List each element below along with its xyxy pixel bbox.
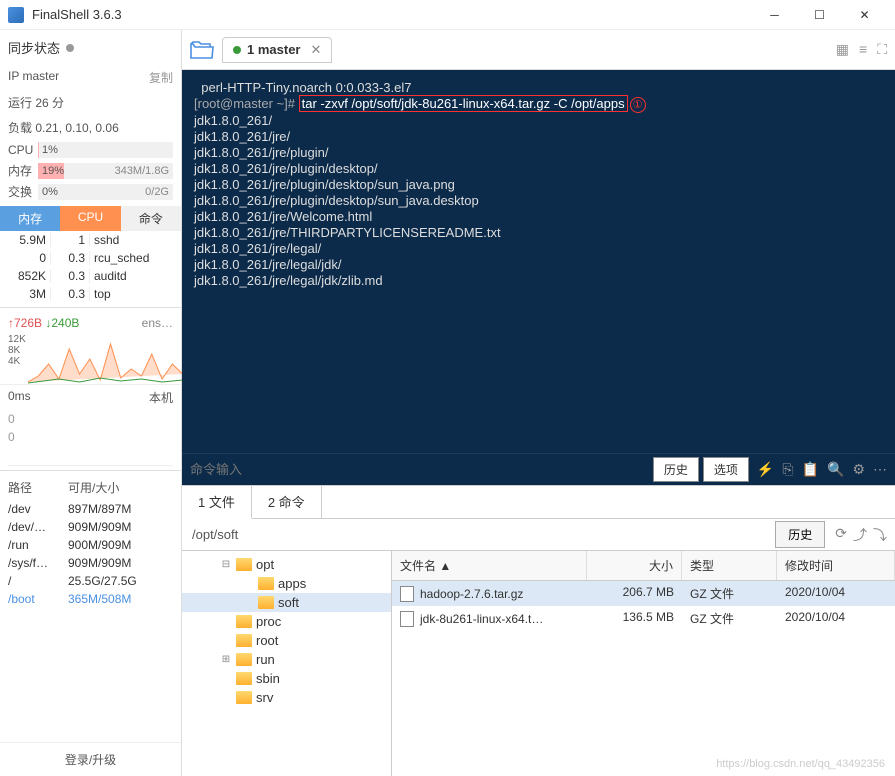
folder-open-icon[interactable] [190,41,214,59]
terminal[interactable]: perl-HTTP-Tiny.noarch 0:0.033-3.el7 [roo… [182,70,895,485]
tab-cpu[interactable]: CPU [60,206,120,231]
disk-path-header: 路径 [8,479,68,496]
disk-table: /dev897M/897M /dev/…909M/909M /run900M/9… [0,500,181,608]
folder-icon [236,615,252,628]
sidebar: 同步状态 IP master 复制 运行 26 分 负载 0.21, 0.10,… [0,30,182,776]
copy-icon[interactable]: ⎘ [782,461,793,478]
path-input[interactable]: /opt/soft [182,521,773,548]
folder-icon [236,653,252,666]
col-name-header[interactable]: 文件名 ▲ [392,551,587,580]
mem-label: 内存 [8,162,38,179]
tab-bar: 1 master ✕ ▦ ≡ ⛶ [182,30,895,70]
watermark: https://blog.csdn.net/qq_43492356 [716,758,885,770]
tree-item[interactable]: srv [182,688,391,707]
network-chart: 12K 8K 4K [8,334,173,384]
folder-icon [258,577,274,590]
folder-icon [236,634,252,647]
bolt-icon[interactable]: ⚡ [757,461,774,478]
col-type-header[interactable]: 类型 [682,551,777,580]
file-pane: 1 文件 2 命令 /opt/soft 历史 ⟳ ⤴ ⤵ ⊟opt apps s… [182,485,895,776]
file-list: 文件名 ▲ 大小 类型 修改时间 hadoop-2.7.6.tar.gz 206… [392,551,895,776]
runtime-label: 运行 26 分 [0,90,181,115]
marker-1-icon: ① [630,97,646,113]
latency-label: 0ms [8,389,31,406]
file-icon [400,611,414,627]
sync-label: 同步状态 [8,38,60,57]
col-size-header[interactable]: 大小 [587,551,682,580]
grid-icon[interactable]: ▦ [836,41,849,58]
latency-chart [8,446,173,466]
sync-dot-icon [66,44,74,52]
maximize-button[interactable]: ☐ [797,0,842,30]
path-history-button[interactable]: 历史 [775,521,825,548]
folder-icon [236,691,252,704]
folder-icon [258,596,274,609]
minimize-button[interactable]: ─ [752,0,797,30]
upload-icon[interactable]: ⤴ [853,525,867,545]
tab-close-icon[interactable]: ✕ [310,42,321,58]
titlebar: FinalShell 3.6.3 ─ ☐ ✕ [0,0,895,30]
download-icon[interactable]: ⤵ [873,525,887,545]
tree-item[interactable]: root [182,631,391,650]
command-input[interactable] [190,462,649,477]
login-button[interactable]: 登录/升级 [0,742,181,776]
network-row: ↑726B ↓240B ens… [0,312,181,334]
tab-command[interactable]: 命令 [121,206,181,231]
tab-files[interactable]: 1 文件 [182,486,252,519]
window-title: FinalShell 3.6.3 [32,7,752,22]
tab-commands[interactable]: 2 命令 [252,486,322,518]
sync-status: 同步状态 [0,30,181,65]
tree-item[interactable]: ⊟opt [182,555,391,574]
paste-icon[interactable]: 📋 [802,461,819,478]
disk-usage-header: 可用/大小 [68,479,119,496]
expand-icon[interactable]: ⛶ [877,41,887,58]
folder-tree[interactable]: ⊟opt apps soft proc root ⊞run sbin srv [182,551,392,776]
search-icon[interactable]: 🔍 [827,461,844,478]
host-label: 本机 [149,389,173,406]
mem-bar: 19% 343M/1.8G [38,163,173,179]
list-icon[interactable]: ≡ [859,41,867,58]
swap-bar: 0% 0/2G [38,184,173,200]
file-row[interactable]: jdk-8u261-linux-x64.t… 136.5 MB GZ 文件 20… [392,606,895,631]
tree-item[interactable]: sbin [182,669,391,688]
status-dot-icon [233,46,241,54]
options-button[interactable]: 选项 [703,457,749,482]
swap-label: 交换 [8,183,38,200]
command-bar: 历史 选项 ⚡ ⎘ 📋 🔍 ⚙ ⋯ [182,453,895,485]
tab-memory[interactable]: 内存 [0,206,60,231]
load-label: 负载 0.21, 0.10, 0.06 [0,115,181,140]
history-button[interactable]: 历史 [653,457,699,482]
app-logo-icon [8,7,24,23]
copy-button[interactable]: 复制 [149,69,173,86]
tree-item-selected[interactable]: soft [182,593,391,612]
cpu-bar: 1% [38,142,173,158]
ip-label: IP master [8,69,59,86]
highlighted-command: tar -zxvf /opt/soft/jdk-8u261-linux-x64.… [299,95,628,112]
tab-master[interactable]: 1 master ✕ [222,37,332,63]
col-date-header[interactable]: 修改时间 [777,551,895,580]
cpu-label: CPU [8,143,38,157]
folder-icon [236,672,252,685]
process-table: 5.9M1sshd 00.3rcu_sched 852K0.3auditd 3M… [0,231,181,303]
file-icon [400,586,414,602]
tree-item[interactable]: ⊞run [182,650,391,669]
close-button[interactable]: ✕ [842,0,887,30]
file-row[interactable]: hadoop-2.7.6.tar.gz 206.7 MB GZ 文件 2020/… [392,581,895,606]
refresh-icon[interactable]: ⟳ [835,525,847,545]
tree-item[interactable]: apps [182,574,391,593]
folder-icon [236,558,252,571]
more-icon[interactable]: ⋯ [873,461,887,478]
gear-icon[interactable]: ⚙ [852,461,865,478]
tree-item[interactable]: proc [182,612,391,631]
